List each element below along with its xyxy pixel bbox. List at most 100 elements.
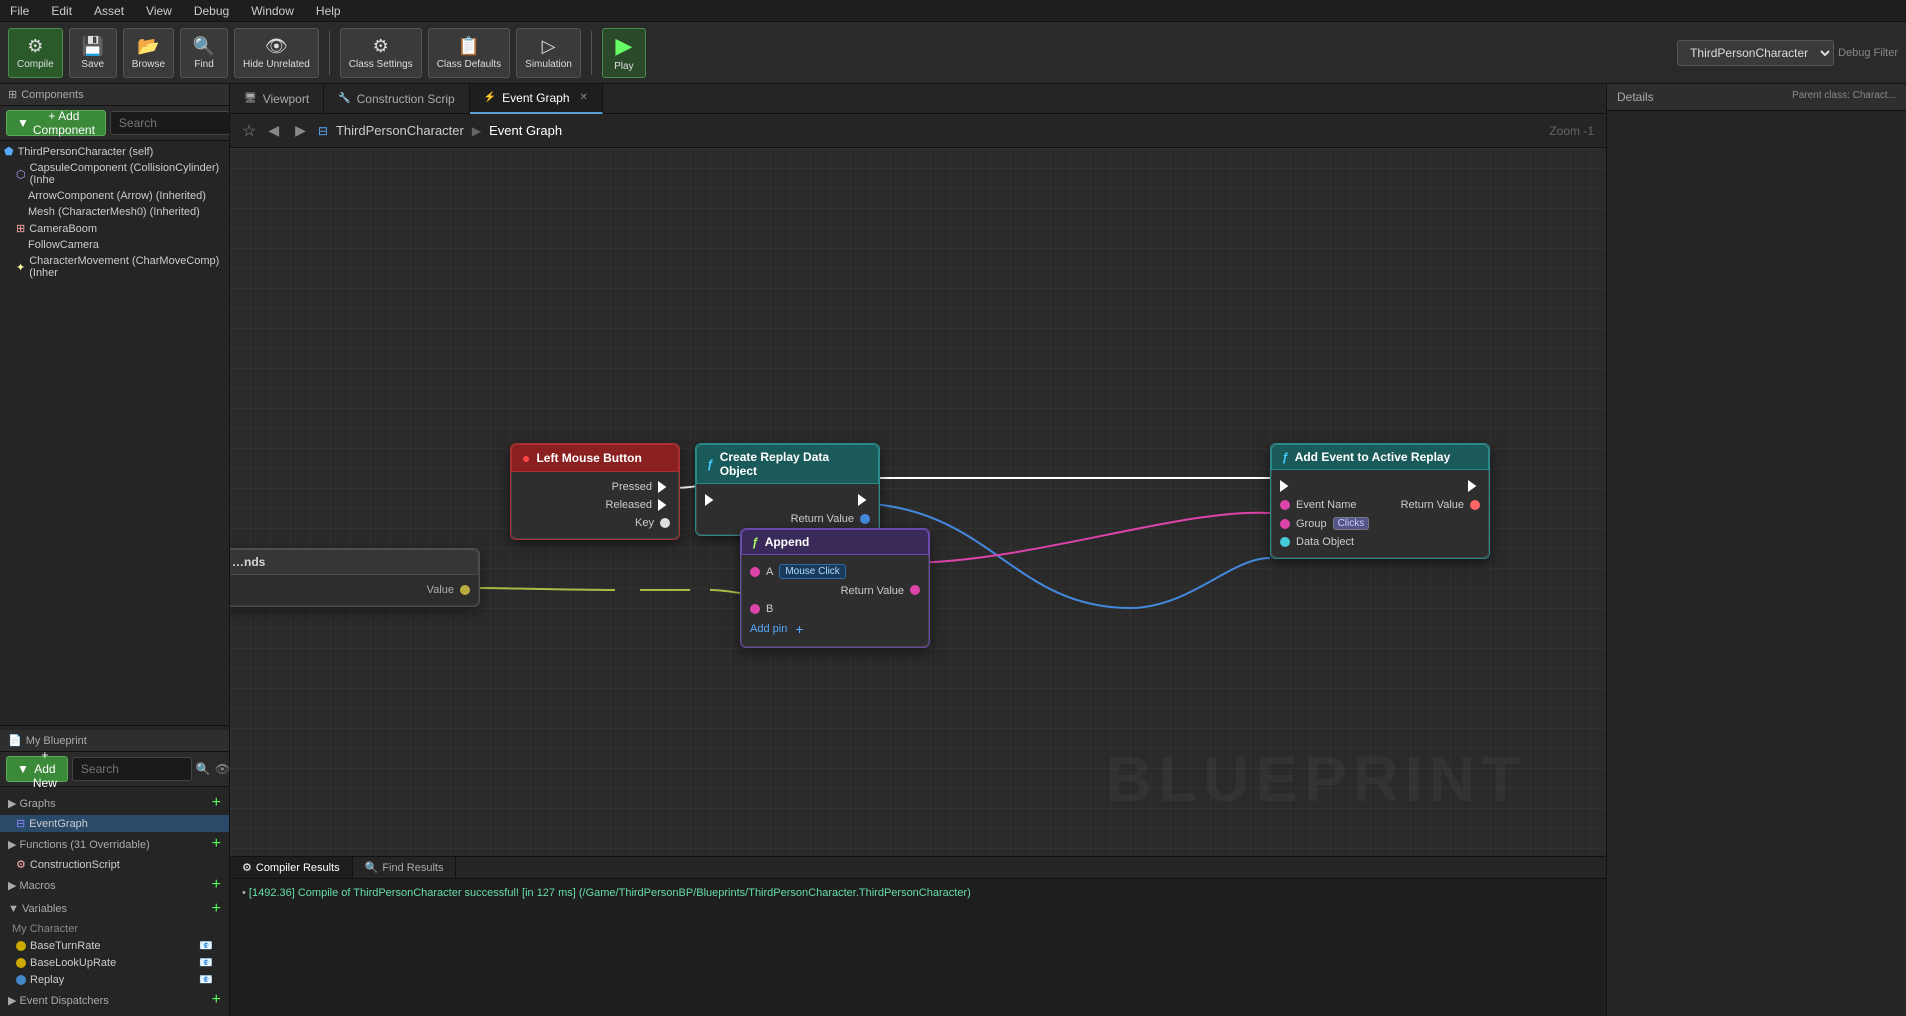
base-lookup-rate-item[interactable]: BaseLookUpRate 📧	[0, 954, 229, 971]
class-settings-button[interactable]: ⚙ Class Settings	[340, 28, 422, 78]
node-add-event-header: ƒ Add Event to Active Replay	[1271, 444, 1489, 470]
menu-edit[interactable]: Edit	[47, 2, 76, 20]
return-value-out-pin[interactable]	[1470, 500, 1480, 510]
pin-return-value[interactable]: Return Value	[697, 510, 878, 528]
pin-data-object[interactable]: Data Object	[1272, 533, 1488, 551]
tree-item-mesh[interactable]: Mesh (CharacterMesh0) (Inherited)	[0, 204, 229, 220]
node-lmb-body: Pressed Released Key	[511, 472, 679, 539]
return-value-pin[interactable]	[860, 514, 870, 524]
menu-help[interactable]: Help	[312, 2, 345, 20]
add-variable-icon[interactable]: +	[212, 900, 221, 918]
released-exec-pin[interactable]	[658, 499, 670, 511]
pin-a-circle[interactable]	[750, 567, 760, 577]
find-button[interactable]: 🔍 Find	[180, 28, 228, 78]
menu-view[interactable]: View	[142, 2, 176, 20]
close-tab-icon[interactable]: ✕	[580, 92, 588, 103]
pin-b[interactable]: B	[742, 600, 928, 618]
menu-asset[interactable]: Asset	[90, 2, 128, 20]
pin-partial-value[interactable]: Value	[230, 581, 478, 599]
data-object-pin[interactable]	[1280, 537, 1290, 547]
tab-compiler-results[interactable]: ⚙ Compiler Results	[230, 857, 353, 878]
play-button[interactable]: ▶ Play	[602, 28, 646, 78]
add-event-exec-in[interactable]	[1280, 480, 1292, 492]
create-replay-exec-out[interactable]	[858, 494, 870, 506]
tab-viewport[interactable]: 🖥 Viewport	[230, 84, 324, 114]
blueprint-panel: ▶ Graphs + ⊟ EventGraph ▶ Functions (31 …	[0, 787, 229, 1016]
return-value-append-pin[interactable]	[910, 585, 920, 595]
pin-return-value-out[interactable]: Return Value	[1401, 499, 1480, 511]
tab-event-graph[interactable]: ⚡ Event Graph ✕	[470, 84, 603, 114]
star-icon[interactable]: ☆	[242, 121, 256, 141]
add-pin-icon[interactable]: +	[795, 621, 803, 637]
node-partial-left[interactable]: …nds Value	[230, 548, 480, 607]
node-create-replay-header: ƒ Create Replay Data Object	[696, 444, 879, 484]
create-replay-exec-in[interactable]	[705, 494, 717, 506]
compile-button[interactable]: ⚙ Compile	[8, 28, 63, 78]
partial-value-pin[interactable]	[460, 585, 470, 595]
tree-item-movement[interactable]: ✦ CharacterMovement (CharMoveComp) (Inhe…	[0, 253, 229, 281]
add-event-exec-out[interactable]	[1468, 480, 1480, 492]
blueprint-search-input[interactable]	[72, 757, 192, 781]
event-dispatchers-section-header[interactable]: ▶ Event Dispatchers +	[0, 988, 229, 1012]
class-defaults-button[interactable]: 📋 Class Defaults	[428, 28, 510, 78]
event-name-pin[interactable]	[1280, 500, 1290, 510]
node-create-replay[interactable]: ƒ Create Replay Data Object Return Value	[695, 443, 880, 536]
pin-key[interactable]: Key	[512, 514, 678, 532]
functions-section-header[interactable]: ▶ Functions (31 Overridable) +	[0, 832, 229, 856]
add-macro-icon[interactable]: +	[212, 876, 221, 894]
browse-button[interactable]: 📂 Browse	[123, 28, 174, 78]
graph-area[interactable]: ● Left Mouse Button Pressed Released Key	[230, 148, 1606, 856]
pin-event-name-in[interactable]: Event Name	[1280, 499, 1357, 511]
add-new-button[interactable]: ▼ + Add New	[6, 756, 68, 782]
tab-find-results[interactable]: 🔍 Find Results	[353, 857, 457, 878]
add-graph-icon[interactable]: +	[212, 794, 221, 812]
pin-b-circle[interactable]	[750, 604, 760, 614]
base-turn-rate-expose-icon: 📧	[199, 939, 213, 952]
node-left-mouse-button[interactable]: ● Left Mouse Button Pressed Released Key	[510, 443, 680, 540]
eye-icon[interactable]: 👁	[215, 762, 230, 776]
pressed-exec-pin[interactable]	[658, 481, 670, 493]
tree-item-cameraboom[interactable]: ⊞ CameraBoom	[0, 220, 229, 237]
node-add-event[interactable]: ƒ Add Event to Active Replay Event Name	[1270, 443, 1490, 559]
event-graph-item[interactable]: ⊟ EventGraph	[0, 815, 229, 832]
graphs-section-header[interactable]: ▶ Graphs +	[0, 791, 229, 815]
hide-unrelated-button[interactable]: 👁 Hide Unrelated	[234, 28, 319, 78]
class-defaults-icon: 📋	[458, 36, 480, 57]
pin-pressed[interactable]: Pressed	[512, 478, 678, 496]
construction-script-item[interactable]: ⚙ ConstructionScript	[0, 856, 229, 873]
simulation-button[interactable]: ▷ Simulation	[516, 28, 581, 78]
node-append[interactable]: ƒ Append A Mouse Click Return Value	[740, 528, 930, 648]
pin-a[interactable]: A Mouse Click	[742, 561, 928, 582]
base-turn-rate-item[interactable]: BaseTurnRate 📧	[0, 937, 229, 954]
add-dispatcher-icon[interactable]: +	[212, 991, 221, 1009]
breadcrumb-graph[interactable]: Event Graph	[489, 123, 562, 138]
add-pin[interactable]: Add pin +	[742, 618, 928, 640]
replay-item[interactable]: Replay 📧	[0, 971, 229, 988]
key-circle-pin[interactable]	[660, 518, 670, 528]
menu-file[interactable]: File	[6, 2, 33, 20]
components-icon: ⊞	[8, 88, 17, 101]
tree-item-self[interactable]: ⬟ ThirdPersonCharacter (self)	[0, 143, 229, 160]
save-button[interactable]: 💾 Save	[69, 28, 117, 78]
forward-button[interactable]: ▶	[291, 120, 310, 141]
breadcrumb-class[interactable]: ThirdPersonCharacter	[336, 123, 464, 138]
pin-a-value[interactable]: Mouse Click	[779, 564, 845, 579]
variables-section-header[interactable]: ▼ Variables +	[0, 897, 229, 921]
add-function-icon[interactable]: +	[212, 835, 221, 853]
toolbar-separator-2	[591, 31, 592, 75]
menu-window[interactable]: Window	[247, 2, 298, 20]
pin-released[interactable]: Released	[512, 496, 678, 514]
tree-item-followcamera[interactable]: FollowCamera	[0, 237, 229, 253]
pin-group[interactable]: Group Clicks	[1272, 514, 1488, 533]
component-search-input[interactable]	[110, 111, 230, 135]
tree-item-capsule[interactable]: ⬡ CapsuleComponent (CollisionCylinder) (…	[0, 160, 229, 188]
add-component-button[interactable]: ▼ + Add Component	[6, 110, 106, 136]
back-button[interactable]: ◀	[264, 120, 283, 141]
debug-selector[interactable]: ThirdPersonCharacter	[1677, 40, 1834, 66]
macros-section-header[interactable]: ▶ Macros +	[0, 873, 229, 897]
menu-debug[interactable]: Debug	[190, 2, 233, 20]
movement-icon: ✦	[16, 261, 25, 274]
tree-item-arrow[interactable]: ArrowComponent (Arrow) (Inherited)	[0, 188, 229, 204]
tab-construction[interactable]: 🔧 Construction Scrip	[324, 84, 470, 114]
group-pin[interactable]	[1280, 519, 1290, 529]
